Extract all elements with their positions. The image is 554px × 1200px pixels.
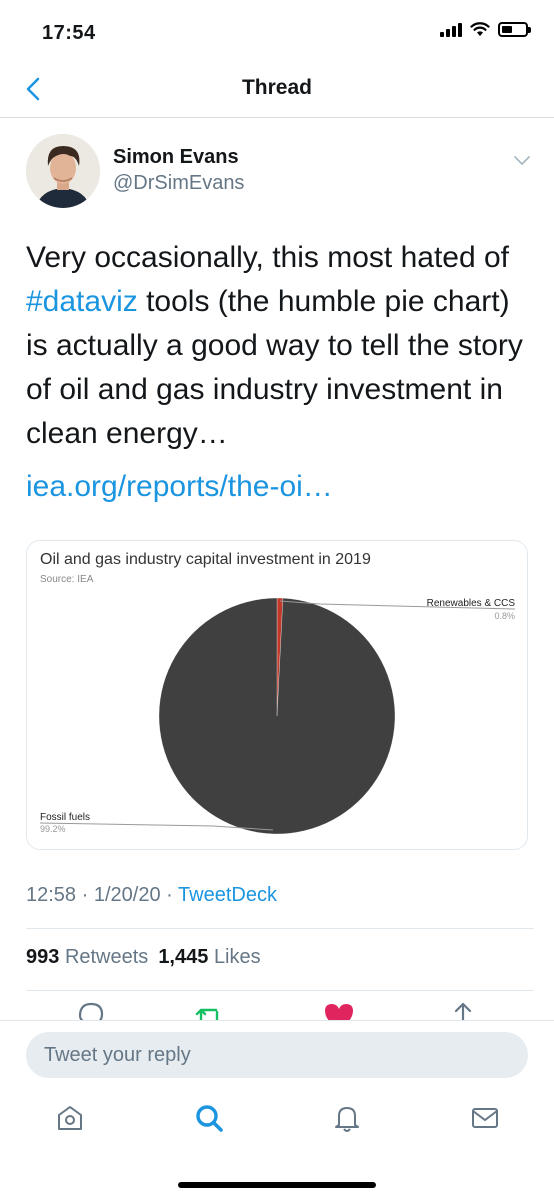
- tab-notifications[interactable]: [327, 1098, 367, 1138]
- navigation-bar: Thread: [0, 62, 554, 118]
- separator: ·: [166, 884, 173, 906]
- home-icon: [58, 1106, 82, 1130]
- pie-value-label: 0.8%: [494, 611, 515, 621]
- heart-icon: [325, 1004, 353, 1020]
- mail-icon: [472, 1108, 498, 1128]
- article-link[interactable]: iea.org/reports/the-oi…: [26, 470, 333, 504]
- avatar[interactable]: [26, 134, 100, 208]
- status-icons: [440, 22, 531, 37]
- author-handle[interactable]: @DrSimEvans: [113, 172, 244, 195]
- home-indicator: [178, 1182, 376, 1188]
- cellular-signal-icon: [440, 22, 462, 37]
- tweet-actions: [0, 1000, 554, 1020]
- separator: ·: [81, 884, 89, 906]
- battery-level: [502, 26, 512, 33]
- author-name[interactable]: Simon Evans: [113, 146, 239, 169]
- tweet-header: Simon Evans @DrSimEvans: [26, 134, 536, 214]
- tab-home[interactable]: [50, 1098, 90, 1138]
- tweet-text-before: Very occasionally, this most hated of: [26, 241, 510, 274]
- tweet-text: Very occasionally, this most hated of #d…: [26, 236, 531, 456]
- divider: [26, 928, 534, 929]
- divider: [26, 990, 534, 991]
- pie-value-label: 99.2%: [40, 824, 66, 834]
- tweet-timestamp: 12:58 · 1/20/20 · TweetDeck: [26, 884, 277, 907]
- link-card[interactable]: Oil and gas industry capital investment …: [26, 540, 528, 850]
- page-title: Thread: [241, 76, 312, 99]
- pie-label: Renewables & CCS: [427, 598, 516, 609]
- retweets-count: 993: [26, 946, 60, 968]
- bell-icon: [335, 1107, 359, 1132]
- tweet-date: 1/20/20: [93, 884, 161, 906]
- retweet-icon: [195, 1008, 219, 1020]
- like-button[interactable]: [322, 1000, 356, 1020]
- likes-stat[interactable]: 1,445 Likes: [158, 946, 260, 968]
- pie-label: Fossil fuels: [40, 812, 90, 823]
- likes-count: 1,445: [158, 946, 209, 968]
- battery-icon: [498, 22, 531, 37]
- status-time: 17:54: [42, 22, 96, 44]
- likes-label: Likes: [213, 946, 261, 968]
- reply-icon: [78, 1002, 104, 1020]
- wifi-icon: [470, 22, 490, 36]
- tab-bar: [0, 1098, 554, 1146]
- reply-input[interactable]: [26, 1032, 528, 1078]
- retweet-button[interactable]: [192, 1000, 226, 1020]
- share-button[interactable]: [446, 1000, 480, 1020]
- tab-search[interactable]: [189, 1098, 229, 1138]
- tweet-time: 12:58: [26, 884, 77, 906]
- engagement-stats: 993 Retweets 1,445 Likes: [26, 946, 261, 969]
- chevron-down-icon[interactable]: [512, 150, 532, 170]
- pie-chart: Renewables & CCS 0.8% Fossil fuels99.2%: [39, 597, 516, 835]
- tab-messages[interactable]: [465, 1098, 505, 1138]
- client-link[interactable]: TweetDeck: [178, 884, 277, 906]
- pie-slice-fossil-fuels: [158, 597, 396, 835]
- share-icon: [454, 1002, 472, 1020]
- hashtag-link[interactable]: #dataviz: [26, 285, 138, 318]
- status-bar: 17:54: [0, 0, 554, 62]
- retweets-stat[interactable]: 993 Retweets: [26, 946, 148, 968]
- search-icon: [196, 1105, 223, 1132]
- retweets-label: Retweets: [64, 946, 149, 968]
- reply-button[interactable]: [74, 1000, 108, 1020]
